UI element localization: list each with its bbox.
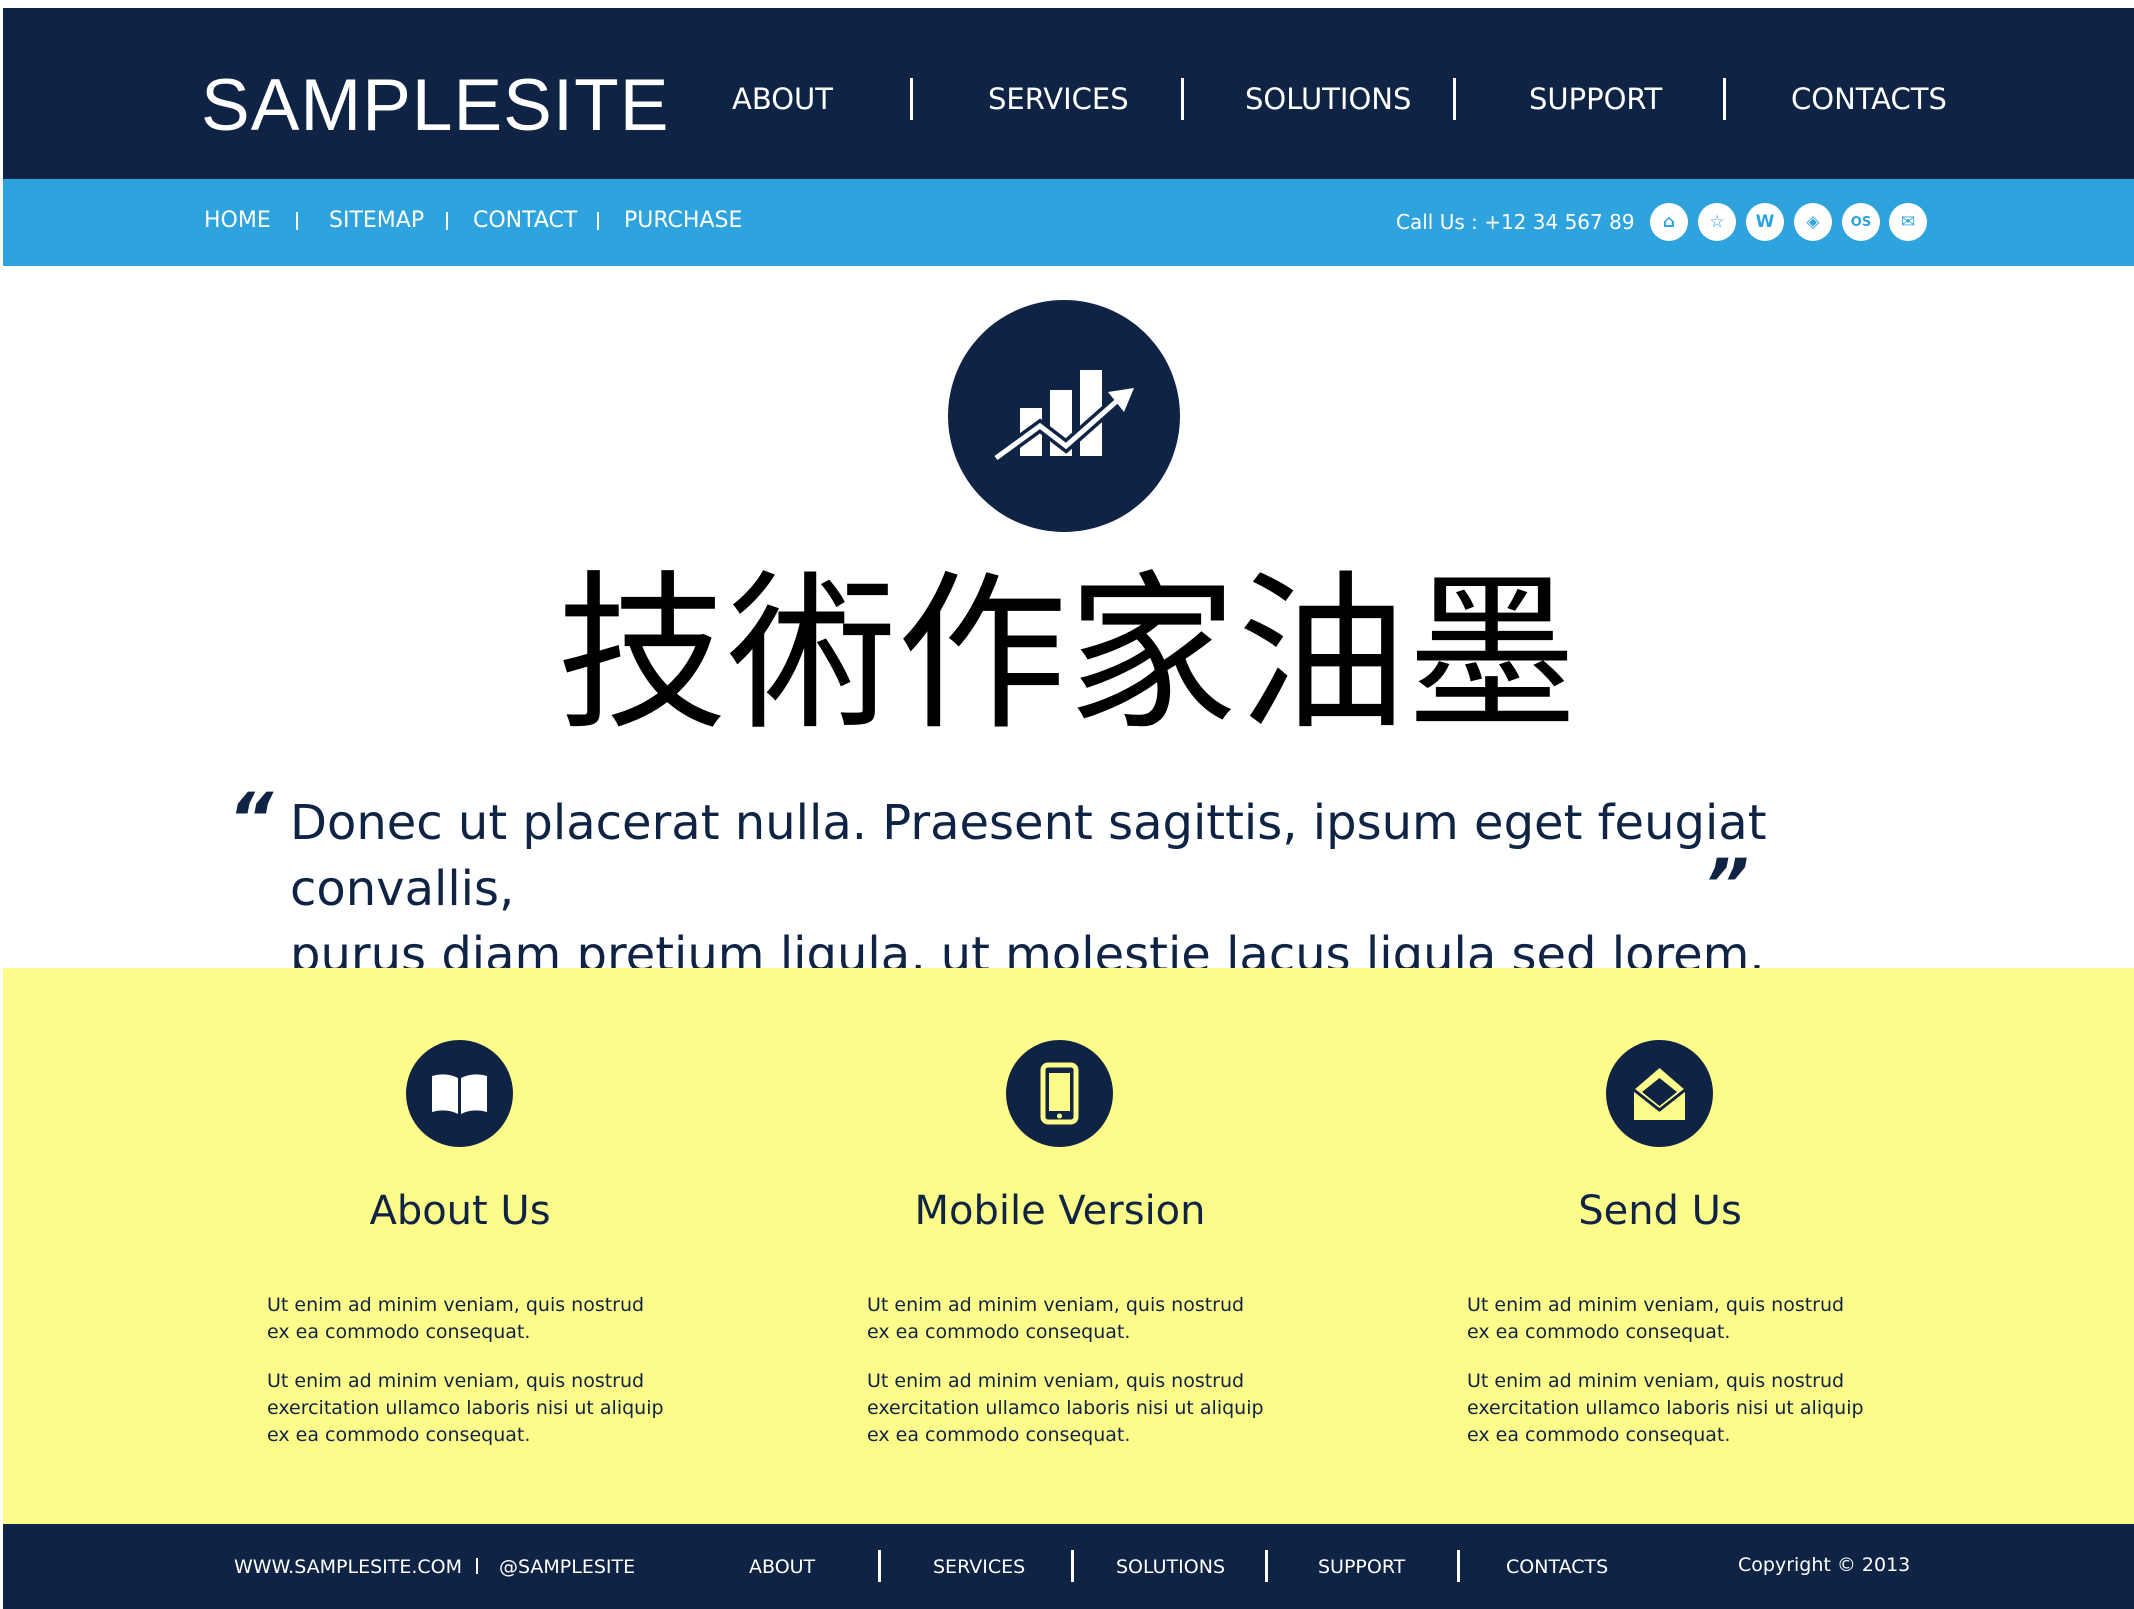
footer-nav-services[interactable]: SERVICES	[933, 1556, 1025, 1578]
footer-nav-solutions[interactable]: SOLUTIONS	[1116, 1556, 1225, 1578]
call-us-text: Call Us : +12 34 567 89	[1396, 210, 1635, 234]
nav-separator	[910, 78, 913, 120]
feature-text: Ut enim ad minim veniam, quis nostrud ex…	[267, 1292, 687, 1346]
feature-line: Ut enim ad minim veniam, quis nostrud	[267, 1294, 645, 1316]
mail-icon[interactable]: ✉	[1889, 203, 1927, 241]
nav-support[interactable]: SUPPORT	[1529, 82, 1662, 116]
subnav-separator	[296, 212, 298, 230]
nav-services[interactable]: SERVICES	[988, 82, 1129, 116]
footer-nav-contacts[interactable]: CONTACTS	[1506, 1556, 1608, 1578]
feature-line: Ut enim ad minim veniam, quis nostrud	[1467, 1294, 1845, 1316]
feature-text: Ut enim ad minim veniam, quis nostrud ex…	[867, 1368, 1287, 1449]
feature-line: ex ea commodo consequat.	[1467, 1321, 1731, 1343]
hero-quote: Donec ut placerat nulla. Praesent sagitt…	[290, 790, 1930, 988]
open-quote-mark: “	[228, 778, 274, 860]
bar-chart-growth-icon	[948, 300, 1180, 532]
footer-separator	[1071, 1550, 1074, 1582]
footer-handle-link[interactable]: @SAMPLESITE	[499, 1556, 635, 1578]
feature-line: Ut enim ad minim veniam, quis nostrud	[267, 1370, 645, 1392]
feature-title-send-us: Send Us	[1578, 1188, 1742, 1234]
footer-separator	[1457, 1550, 1460, 1582]
footer-copyright: Copyright © 2013	[1738, 1554, 1911, 1576]
os-icon[interactable]: OS	[1842, 203, 1880, 241]
footer-nav-support[interactable]: SUPPORT	[1318, 1556, 1405, 1578]
feature-line: Ut enim ad minim veniam, quis nostrud	[867, 1370, 1245, 1392]
feature-text: Ut enim ad minim veniam, quis nostrud ex…	[867, 1292, 1287, 1346]
envelope-icon	[1606, 1040, 1713, 1147]
nav-separator	[1181, 78, 1184, 120]
footer-website-link[interactable]: WWW.SAMPLESITE.COM	[234, 1556, 462, 1578]
home-icon[interactable]: ⌂	[1650, 203, 1688, 241]
feature-line: ex ea commodo consequat.	[1467, 1424, 1731, 1446]
star-icon[interactable]: ☆	[1698, 203, 1736, 241]
feature-text: Ut enim ad minim veniam, quis nostrud ex…	[1467, 1292, 1887, 1346]
footer-separator	[1265, 1550, 1268, 1582]
feature-line: exercitation ullamco laboris nisi ut ali…	[1467, 1397, 1864, 1419]
w-icon[interactable]: W	[1746, 203, 1784, 241]
feature-line: Ut enim ad minim veniam, quis nostrud	[867, 1294, 1245, 1316]
close-quote-mark: ”	[1704, 844, 1750, 926]
footer-separator	[476, 1558, 478, 1574]
subnav-separator	[597, 212, 599, 230]
subnav-purchase[interactable]: PURCHASE	[624, 208, 742, 233]
site-logo[interactable]: SAMPLESITE	[201, 64, 669, 147]
open-book-icon	[406, 1040, 513, 1147]
subnav-sitemap[interactable]: SITEMAP	[329, 208, 424, 233]
subnav-home[interactable]: HOME	[204, 208, 271, 233]
quote-line-1: Donec ut placerat nulla. Praesent sagitt…	[290, 795, 1767, 917]
feature-line: ex ea commodo consequat.	[267, 1321, 531, 1343]
nav-about[interactable]: ABOUT	[732, 82, 833, 116]
feature-text: Ut enim ad minim veniam, quis nostrud ex…	[267, 1368, 687, 1449]
feature-line: ex ea commodo consequat.	[867, 1321, 1131, 1343]
subnav-contact[interactable]: CONTACT	[473, 208, 577, 233]
footer-separator	[878, 1550, 881, 1582]
nav-solutions[interactable]: SOLUTIONS	[1245, 82, 1411, 116]
feature-line: Ut enim ad minim veniam, quis nostrud	[1467, 1370, 1845, 1392]
feature-title-about-us: About Us	[369, 1188, 551, 1234]
feature-line: exercitation ullamco laboris nisi ut ali…	[867, 1397, 1264, 1419]
hero-headline: 技術作家油墨	[556, 556, 1577, 754]
feature-text: Ut enim ad minim veniam, quis nostrud ex…	[1467, 1368, 1887, 1449]
feature-title-mobile-version: Mobile Version	[914, 1188, 1206, 1234]
nav-separator	[1453, 78, 1456, 120]
nav-separator	[1723, 78, 1726, 120]
feature-line: exercitation ullamco laboris nisi ut ali…	[267, 1397, 664, 1419]
subnav-separator	[446, 212, 448, 230]
feature-line: ex ea commodo consequat.	[267, 1424, 531, 1446]
footer-nav-about[interactable]: ABOUT	[749, 1556, 815, 1578]
nav-contacts[interactable]: CONTACTS	[1791, 82, 1947, 116]
compass-icon[interactable]: ◈	[1794, 203, 1832, 241]
tablet-icon	[1006, 1040, 1113, 1147]
feature-line: ex ea commodo consequat.	[867, 1424, 1131, 1446]
